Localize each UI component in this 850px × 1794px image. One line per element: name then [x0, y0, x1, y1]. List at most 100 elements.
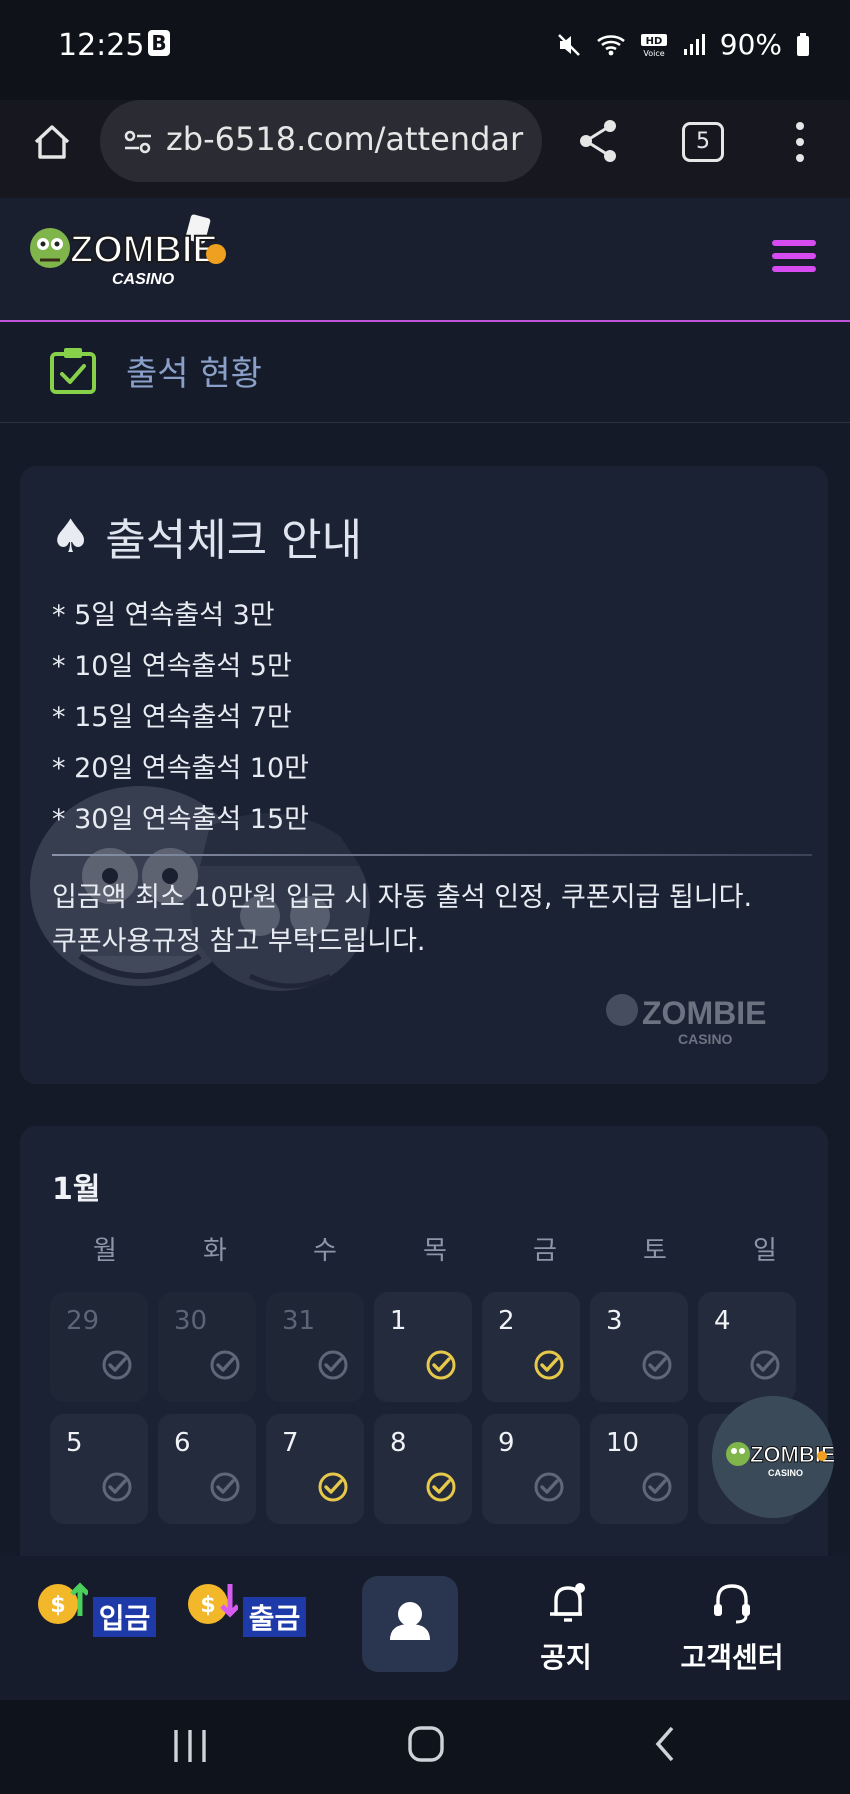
calendar-check-icon — [50, 348, 96, 394]
calendar-grid: 2930311234567891011 — [50, 1292, 828, 1524]
floating-logo-button[interactable]: ZOMBIE CASINO — [712, 1396, 834, 1518]
svg-text:$: $ — [50, 1593, 65, 1618]
notice-line: 쿠폰사용규정 참고 부탁드립니다. — [52, 926, 426, 957]
weekday-label: 금 — [533, 1236, 557, 1266]
calendar-day-number: 29 — [66, 1306, 100, 1336]
calendar-day-number: 6 — [174, 1428, 191, 1458]
nav-notice[interactable]: 공지 — [496, 1576, 636, 1676]
calendar-day[interactable]: 30 — [158, 1292, 256, 1402]
site-settings-icon[interactable] — [122, 126, 154, 158]
system-nav-bar — [0, 1700, 850, 1794]
deposit-coin-icon: $ — [37, 1582, 90, 1624]
attendance-rules: * 5일 연속출석 3만 * 10일 연속출석 5만 * 15일 연속출석 7만… — [52, 590, 309, 845]
calendar-day-number: 4 — [714, 1306, 731, 1336]
info-title: ♠ 출석체크 안내 — [50, 504, 362, 568]
unchecked-icon — [210, 1350, 240, 1380]
back-icon[interactable] — [650, 1724, 680, 1764]
svg-text:CASINO: CASINO — [112, 271, 175, 288]
nav-notice-label: 공지 — [540, 1641, 592, 1674]
menu-bar — [772, 253, 816, 259]
nav-support-label: 고객센터 — [680, 1641, 784, 1674]
bottom-nav: $ 입금 $ 출금 공지 고객센터 — [0, 1556, 850, 1700]
unchecked-icon — [642, 1350, 672, 1380]
calendar-day[interactable]: 10 — [590, 1414, 688, 1524]
calendar-day[interactable]: 31 — [266, 1292, 364, 1402]
unchecked-icon — [642, 1472, 672, 1502]
svg-text:ZOMBIE: ZOMBIE — [70, 229, 218, 271]
battery-icon — [797, 32, 809, 56]
svg-text:CASINO: CASINO — [678, 1031, 733, 1047]
calendar-day-number: 9 — [498, 1428, 515, 1458]
status-icons: HD Voice 90% — [556, 28, 810, 61]
svg-text:HD: HD — [645, 36, 662, 47]
unchecked-icon — [750, 1350, 780, 1380]
menu-bar — [772, 240, 816, 246]
site-header: ZOMBIE CASINO — [0, 198, 850, 322]
withdraw-coin-icon: $ — [187, 1584, 240, 1624]
menu-button[interactable] — [772, 240, 816, 274]
calendar-day[interactable]: 1 — [374, 1292, 472, 1402]
calendar-day-number: 1 — [390, 1306, 407, 1336]
menu-bar — [772, 266, 816, 272]
page-title: 출석 현황 — [126, 354, 262, 394]
calendar-day[interactable]: 6 — [158, 1414, 256, 1524]
svg-text:ZOMBIE: ZOMBIE — [642, 995, 766, 1031]
more-menu-icon[interactable] — [790, 120, 810, 164]
info-title-text: 출석체크 안내 — [105, 515, 363, 566]
calendar-day-number: 30 — [174, 1306, 208, 1336]
weekday-label: 일 — [753, 1236, 777, 1266]
calendar-day[interactable]: 29 — [50, 1292, 148, 1402]
rule-item: * 15일 연속출석 7만 — [52, 702, 292, 733]
svg-text:$: $ — [200, 1593, 215, 1618]
signal-icon — [683, 33, 705, 55]
status-bar: 12:25 B HD Voice 90% — [0, 0, 850, 100]
unchecked-icon — [102, 1350, 132, 1380]
calendar-day[interactable]: 7 — [266, 1414, 364, 1524]
hd-voice-icon: HD Voice — [640, 33, 667, 58]
svg-text:Voice: Voice — [643, 49, 664, 58]
svg-text:CASINO: CASINO — [768, 1468, 803, 1478]
calendar-day[interactable]: 5 — [50, 1414, 148, 1524]
rule-item: * 20일 연속출석 10만 — [52, 753, 310, 784]
nav-withdraw-label: 출금 — [242, 1597, 307, 1637]
calendar-day[interactable]: 2 — [482, 1292, 580, 1402]
weekday-header: 월 화 수 목 금 토 일 — [50, 1230, 820, 1267]
unchecked-icon — [318, 1350, 348, 1380]
profile-button[interactable] — [362, 1576, 458, 1672]
zombie-casino-logo[interactable]: ZOMBIE CASINO — [28, 212, 238, 296]
share-icon[interactable] — [576, 118, 620, 164]
rule-item: * 30일 연속출석 15만 — [52, 804, 310, 835]
calendar-day[interactable]: 8 — [374, 1414, 472, 1524]
bell-icon — [550, 1583, 585, 1622]
calendar-day-number: 3 — [606, 1306, 623, 1336]
status-time: 12:25 — [58, 28, 145, 63]
weekday-label: 화 — [203, 1236, 227, 1266]
recent-apps-icon[interactable] — [170, 1728, 210, 1764]
notice-line: 입금액 최소 10만원 입금 시 자동 출석 인정, 쿠폰지급 됩니다. — [52, 882, 753, 913]
calendar-day-number: 7 — [282, 1428, 299, 1458]
address-bar[interactable]: zb-6518.com/attendar — [100, 100, 542, 182]
calendar-day[interactable]: 4 — [698, 1292, 796, 1402]
attendance-info-card: ZOMBIE CASINO ♠ 출석체크 안내 * 5일 연속출석 3만 * 1… — [20, 466, 828, 1084]
home-nav-icon[interactable] — [406, 1724, 446, 1764]
calendar-day-number: 8 — [390, 1428, 407, 1458]
nav-deposit-label: 입금 — [92, 1597, 157, 1637]
weekday-label: 목 — [423, 1236, 447, 1266]
headset-icon — [714, 1584, 750, 1624]
spade-icon: ♠ — [50, 509, 92, 563]
rule-item: * 5일 연속출석 3만 — [52, 600, 275, 631]
home-icon[interactable] — [30, 120, 74, 164]
unchecked-icon — [102, 1472, 132, 1502]
nav-deposit[interactable]: $ 입금 — [26, 1576, 166, 1637]
nav-withdraw[interactable]: $ 출금 — [176, 1576, 316, 1637]
calendar-day[interactable]: 3 — [590, 1292, 688, 1402]
zombie-casino-watermark: ZOMBIE CASINO — [606, 994, 766, 1047]
url-text[interactable]: zb-6518.com/attendar — [166, 120, 536, 158]
calendar-day[interactable]: 9 — [482, 1414, 580, 1524]
nav-support[interactable]: 고객센터 — [662, 1576, 802, 1676]
calendar-day-number: 10 — [606, 1428, 640, 1458]
battery-percent: 90% — [719, 28, 782, 61]
attended-check-icon — [426, 1350, 456, 1380]
tab-count-button[interactable]: 5 — [682, 122, 724, 162]
divider — [52, 854, 812, 856]
